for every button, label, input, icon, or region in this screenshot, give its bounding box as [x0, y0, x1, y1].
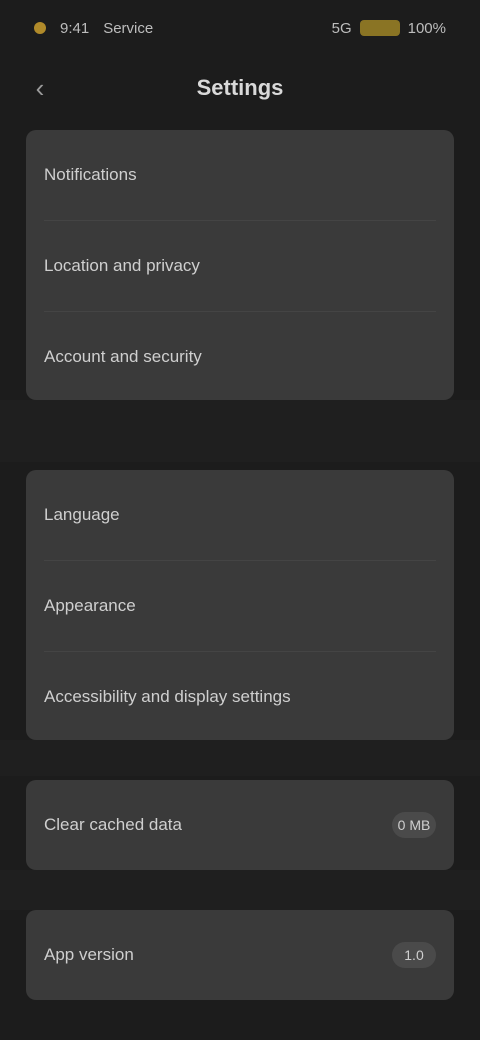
status-carrier: Service	[103, 19, 154, 37]
section-gap	[0, 740, 480, 776]
battery-icon	[359, 20, 400, 36]
status-left: 9:41 Service	[34, 20, 153, 37]
header: ‹ Settings	[0, 56, 480, 120]
settings-group-2: Language Appearance Accessibility and di…	[26, 470, 454, 740]
list-item-account-security[interactable]: Account and security	[26, 312, 454, 402]
chevron-left-icon: ‹	[35, 72, 45, 103]
indicator-dot-icon	[34, 22, 46, 34]
list-item-accessibility[interactable]: Accessibility and display settings	[26, 652, 454, 742]
list-item-app-version[interactable]: App version 1.0	[26, 910, 454, 1000]
list-item-label: Language	[44, 505, 120, 524]
list-item-location-privacy[interactable]: Location and privacy	[26, 221, 454, 311]
settings-group-1: Notifications Location and privacy Accou…	[26, 130, 454, 400]
list-item-label: App version	[44, 945, 134, 964]
section-gap	[0, 870, 480, 910]
settings-group-4: App version 1.0	[26, 910, 454, 1000]
list-item-language[interactable]: Language	[26, 470, 454, 560]
list-item-clear-cache[interactable]: Clear cached data 0 MB	[26, 780, 454, 870]
status-right: 5G 100%	[332, 20, 446, 37]
list-item-label: Account and security	[44, 347, 202, 366]
list-item-appearance[interactable]: Appearance	[26, 561, 454, 651]
list-item-label: Notifications	[44, 165, 137, 184]
list-item-label: Location and privacy	[44, 256, 200, 275]
settings-group-3: Clear cached data 0 MB	[26, 780, 454, 870]
status-bar: 9:41 Service 5G 100%	[0, 0, 480, 56]
list-item-label: Accessibility and display settings	[44, 687, 291, 706]
section-gap	[0, 400, 480, 462]
signal-text: 5G	[331, 19, 352, 37]
list-item-notifications[interactable]: Notifications	[26, 130, 454, 220]
list-item-label: Appearance	[44, 596, 136, 615]
back-button[interactable]: ‹	[24, 72, 56, 104]
list-item-label: Clear cached data	[44, 815, 182, 834]
cache-size-value: 0 MB	[392, 812, 436, 838]
page-title: Settings	[196, 75, 284, 100]
battery-text: 100%	[407, 19, 446, 37]
app-version-value: 1.0	[392, 942, 436, 968]
status-time: 9:41	[60, 19, 90, 37]
